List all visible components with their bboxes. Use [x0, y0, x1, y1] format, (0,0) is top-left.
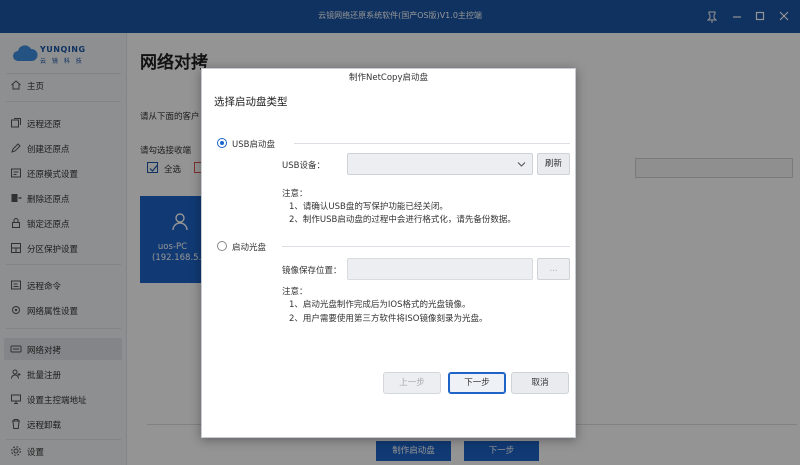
usb-note-1: 1、请确认USB盘的写保护功能已经关闭。 — [289, 202, 448, 212]
section-divider — [282, 246, 570, 247]
refresh-button[interactable]: 刷新 — [537, 153, 570, 175]
usb-device-label: USB设备： — [282, 161, 325, 171]
dialog-next-button[interactable]: 下一步 — [448, 372, 506, 394]
cd-note-title: 注意： — [282, 287, 308, 297]
cd-radio[interactable] — [217, 241, 227, 251]
browse-button[interactable]: ... — [537, 258, 570, 280]
dialog-title: 制作NetCopy启动盘 — [349, 73, 428, 83]
usb-device-select[interactable] — [347, 153, 533, 175]
cd-note-2: 2、用户需要使用第三方软件将ISO镜像刻录为光盘。 — [289, 314, 488, 324]
usb-label: USB启动盘 — [232, 140, 275, 150]
boot-disk-dialog: 制作NetCopy启动盘 选择启动盘类型 USB启动盘 USB设备： 刷新 注意… — [201, 68, 576, 438]
usb-note-2: 2、制作USB启动盘的过程中会进行格式化，请先备份数据。 — [289, 215, 516, 225]
prev-button[interactable]: 上一步 — [383, 372, 441, 394]
usb-note-title: 注意： — [282, 189, 308, 199]
image-path-label: 镜像保存位置： — [282, 266, 342, 276]
dialog-header: 选择启动盘类型 — [214, 96, 288, 108]
section-divider — [294, 143, 570, 144]
chevron-down-icon — [517, 162, 526, 167]
cancel-button[interactable]: 取消 — [511, 372, 569, 394]
cd-note-1: 1、启动光盘制作完成后为IOS格式的光盘镜像。 — [289, 300, 471, 310]
image-path-input[interactable] — [347, 258, 533, 280]
usb-radio[interactable] — [217, 138, 227, 148]
cd-label: 启动光盘 — [232, 243, 267, 253]
